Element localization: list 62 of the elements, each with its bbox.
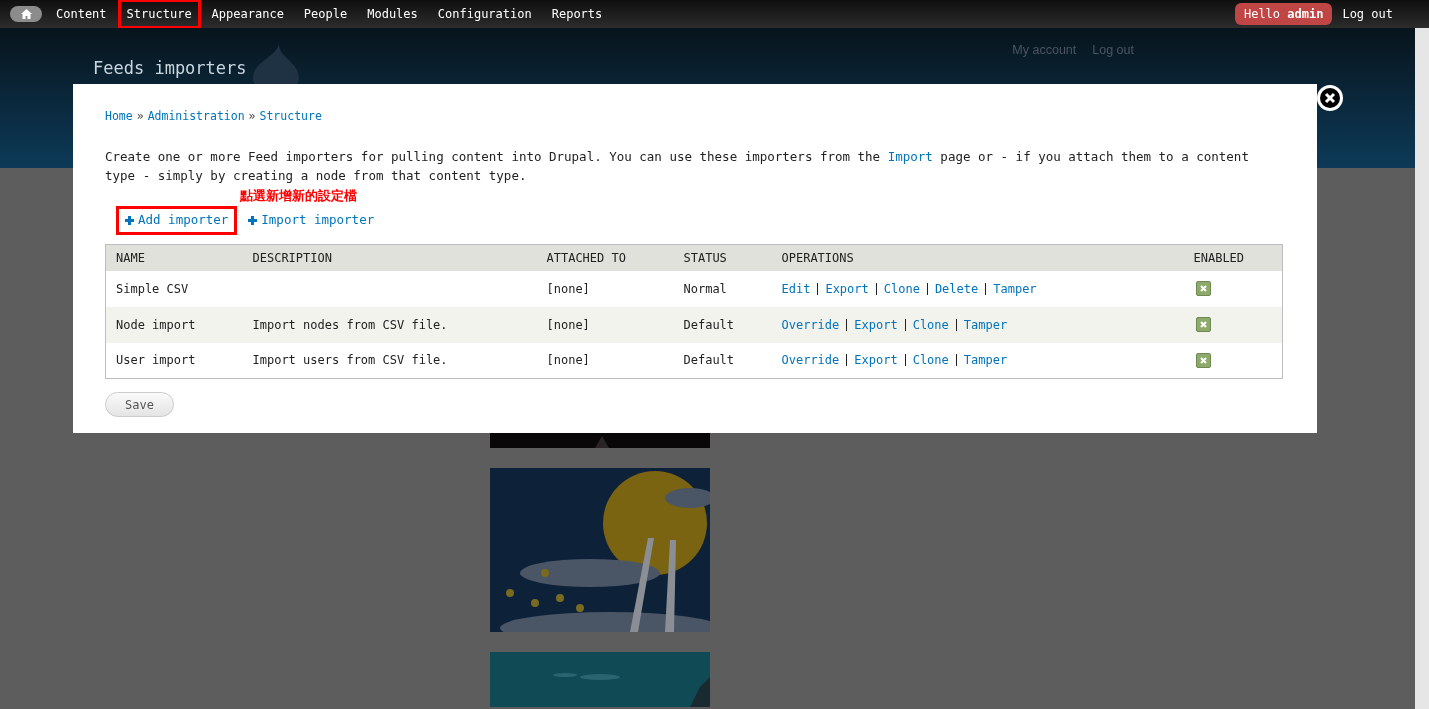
enabled-checkbox[interactable] bbox=[1195, 352, 1211, 368]
cross-icon bbox=[1199, 356, 1207, 364]
operation-link[interactable]: Export bbox=[854, 315, 898, 334]
table-cell: Default bbox=[673, 342, 772, 379]
plus-icon bbox=[248, 216, 258, 226]
column-header: DESCRIPTION bbox=[242, 244, 537, 271]
column-header: ENABLED bbox=[1183, 244, 1283, 271]
operation-link[interactable]: Tamper bbox=[993, 279, 1037, 298]
table-cell: Import nodes from CSV file. bbox=[252, 317, 448, 332]
operation-link[interactable]: Tamper bbox=[963, 351, 1008, 370]
operation-link[interactable]: Export bbox=[825, 279, 869, 298]
toolbar-menu-item[interactable]: Appearance bbox=[202, 0, 293, 29]
table-cell: Normal bbox=[673, 270, 772, 307]
cross-icon bbox=[1199, 321, 1207, 328]
column-header: OPERATIONS bbox=[771, 244, 1184, 271]
action-link[interactable]: Add importer bbox=[116, 206, 238, 235]
close-icon bbox=[1320, 88, 1340, 108]
operation-link[interactable]: Edit bbox=[781, 279, 811, 298]
home-icon bbox=[20, 9, 32, 19]
toolbar-menu-item[interactable]: Configuration bbox=[428, 0, 541, 29]
table-cell: Simple CSV bbox=[105, 270, 243, 307]
toolbar-menu-item[interactable]: People bbox=[294, 0, 357, 29]
breadcrumb-link[interactable]: Home bbox=[105, 108, 133, 126]
save-button[interactable]: Save bbox=[105, 392, 174, 417]
breadcrumb-separator: » bbox=[248, 108, 256, 125]
description-text: Create one or more Feed importers for pulling content into Drupal. You can use these importers from the Import page or - if you attach them to a content type - simply by creating a node from that content type. bbox=[105, 148, 1250, 186]
logout-link[interactable]: Log out bbox=[1342, 5, 1393, 23]
column-header: NAME bbox=[105, 244, 243, 271]
operation-link[interactable]: Override bbox=[781, 315, 840, 334]
operation-link[interactable]: Delete bbox=[934, 279, 979, 298]
table-cell: Import users from CSV file. bbox=[252, 353, 448, 368]
breadcrumb-separator: » bbox=[136, 108, 144, 125]
toolbar-menu-item[interactable]: Content bbox=[47, 0, 116, 29]
table-cell: Default bbox=[673, 306, 772, 343]
column-header: STATUS bbox=[673, 244, 772, 271]
table-cell: [none] bbox=[536, 342, 674, 379]
operation-link[interactable]: Tamper bbox=[963, 315, 1008, 334]
user-greeting: Hello admin bbox=[1234, 3, 1333, 25]
operation-link[interactable]: Clone bbox=[912, 351, 949, 370]
operation-link[interactable]: Clone bbox=[883, 279, 920, 298]
enabled-checkbox[interactable] bbox=[1195, 281, 1211, 296]
column-header: ATTACHED TO bbox=[536, 244, 674, 271]
table-cell: Node import bbox=[105, 306, 243, 343]
toolbar-menu-item[interactable]: Modules bbox=[358, 0, 427, 29]
table-cell: [none] bbox=[536, 306, 674, 343]
table-cell: User import bbox=[105, 342, 243, 379]
action-link[interactable]: Import importer bbox=[239, 206, 384, 235]
operation-link[interactable]: Override bbox=[781, 351, 840, 370]
operation-link[interactable]: Clone bbox=[912, 315, 949, 334]
import-link[interactable]: Import bbox=[887, 149, 933, 165]
breadcrumb-link[interactable]: Administration bbox=[147, 108, 245, 126]
scrollbar-track[interactable] bbox=[1415, 28, 1429, 709]
plus-icon bbox=[125, 216, 134, 226]
site-name: Feeds importers bbox=[93, 57, 247, 80]
table-cell: [none] bbox=[536, 270, 674, 307]
annotation-text: 點選新增新的設定檔 bbox=[240, 188, 358, 205]
cross-icon bbox=[1199, 285, 1207, 292]
toolbar-menu-item[interactable]: Reports bbox=[542, 0, 612, 29]
home-button[interactable] bbox=[10, 6, 42, 22]
operation-link[interactable]: Export bbox=[854, 351, 898, 370]
breadcrumb-link[interactable]: Structure bbox=[259, 108, 322, 126]
enabled-checkbox[interactable] bbox=[1195, 317, 1211, 332]
